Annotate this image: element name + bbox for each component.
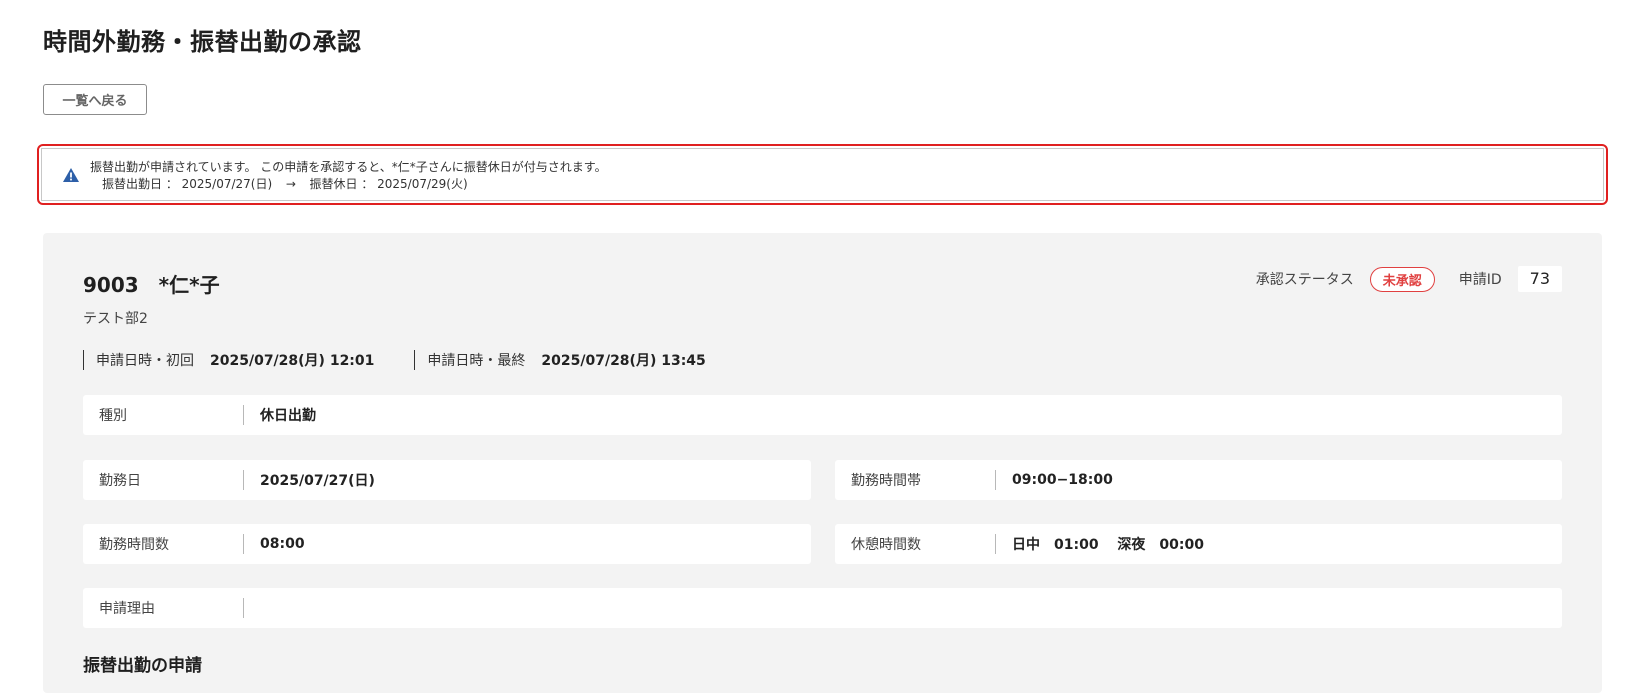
field-value: 休日出勤 <box>260 408 316 424</box>
alert-holiday-date: 振替休日 ： 2025/07/29(火) <box>309 177 468 191</box>
request-dates: 申請日時・初回 2025/07/28(月) 12:01 申請日時・最終 2025… <box>83 350 746 370</box>
last-request-value: 2025/07/28(月) 13:45 <box>541 353 706 369</box>
field-divider <box>995 534 996 554</box>
field-value: 08:00 <box>260 536 305 552</box>
substitute-work-alert: 振替出勤が申請されています。 この申請を承認すると、*仁*子さんに振替休日が付与… <box>41 148 1604 201</box>
field-label: 申請理由 <box>99 601 155 617</box>
first-request-value: 2025/07/28(月) 12:01 <box>210 353 375 369</box>
page-title: 時間外勤務・振替出勤の承認 <box>43 28 362 56</box>
warning-icon <box>63 168 79 182</box>
field-value: 09:00−18:00 <box>1012 472 1113 488</box>
alert-message: 振替出勤が申請されています。 この申請を承認すると、*仁*子さんに振替休日が付与… <box>90 160 607 174</box>
request-detail-card: 9003 *仁*子 テスト部2 承認ステータス 未承認 申請ID 73 申請日時・… <box>43 233 1602 693</box>
back-to-list-button[interactable]: 一覧へ戻る <box>43 84 147 115</box>
field-divider <box>243 598 244 618</box>
field-reason: 申請理由 <box>83 588 1562 628</box>
field-label: 種別 <box>99 408 127 424</box>
field-divider <box>243 405 244 425</box>
approval-status-label: 承認ステータス <box>1255 272 1354 288</box>
field-type: 種別 休日出勤 <box>83 395 1562 435</box>
alert-dates: 振替出勤日 ： 2025/07/27(日) → 振替休日 ： 2025/07/2… <box>102 175 474 192</box>
field-value: 日中 01:00 深夜 00:00 <box>1012 537 1205 553</box>
arrow-icon: → <box>285 177 296 191</box>
alert-work-date: 振替出勤日 ： 2025/07/27(日) <box>102 177 273 191</box>
employee-name: *仁*子 <box>158 273 220 297</box>
field-work-date: 勤務日 2025/07/27(日) <box>83 460 811 500</box>
field-label: 勤務時間数 <box>99 537 169 553</box>
last-request-label: 申請日時・最終 <box>427 353 526 369</box>
alert-highlight-frame: 振替出勤が申請されています。 この申請を承認すると、*仁*子さんに振替休日が付与… <box>37 144 1608 205</box>
first-request-date: 申請日時・初回 2025/07/28(月) 12:01 <box>83 350 374 370</box>
field-label: 勤務時間帯 <box>851 473 921 489</box>
field-value: 2025/07/27(日) <box>260 473 375 489</box>
employee-department: テスト部2 <box>83 311 148 327</box>
field-divider <box>243 470 244 490</box>
status-area: 承認ステータス 未承認 申請ID 73 <box>1256 266 1562 292</box>
last-request-date: 申請日時・最終 2025/07/28(月) 13:45 <box>414 350 706 370</box>
section-title: 振替出勤の申請 <box>83 656 202 676</box>
field-label: 勤務日 <box>99 473 141 489</box>
field-divider <box>243 534 244 554</box>
request-id-label: 申請ID <box>1458 272 1502 288</box>
employee-heading: 9003 *仁*子 <box>83 269 220 298</box>
field-break-hours: 休憩時間数 日中 01:00 深夜 00:00 <box>835 524 1562 564</box>
field-divider <box>995 470 996 490</box>
first-request-label: 申請日時・初回 <box>96 353 194 369</box>
field-label: 休憩時間数 <box>851 537 921 553</box>
employee-code: 9003 <box>83 273 139 297</box>
field-work-time-band: 勤務時間帯 09:00−18:00 <box>835 460 1562 500</box>
request-id-value: 73 <box>1517 266 1562 292</box>
field-work-hours: 勤務時間数 08:00 <box>83 524 811 564</box>
status-badge: 未承認 <box>1369 266 1435 292</box>
